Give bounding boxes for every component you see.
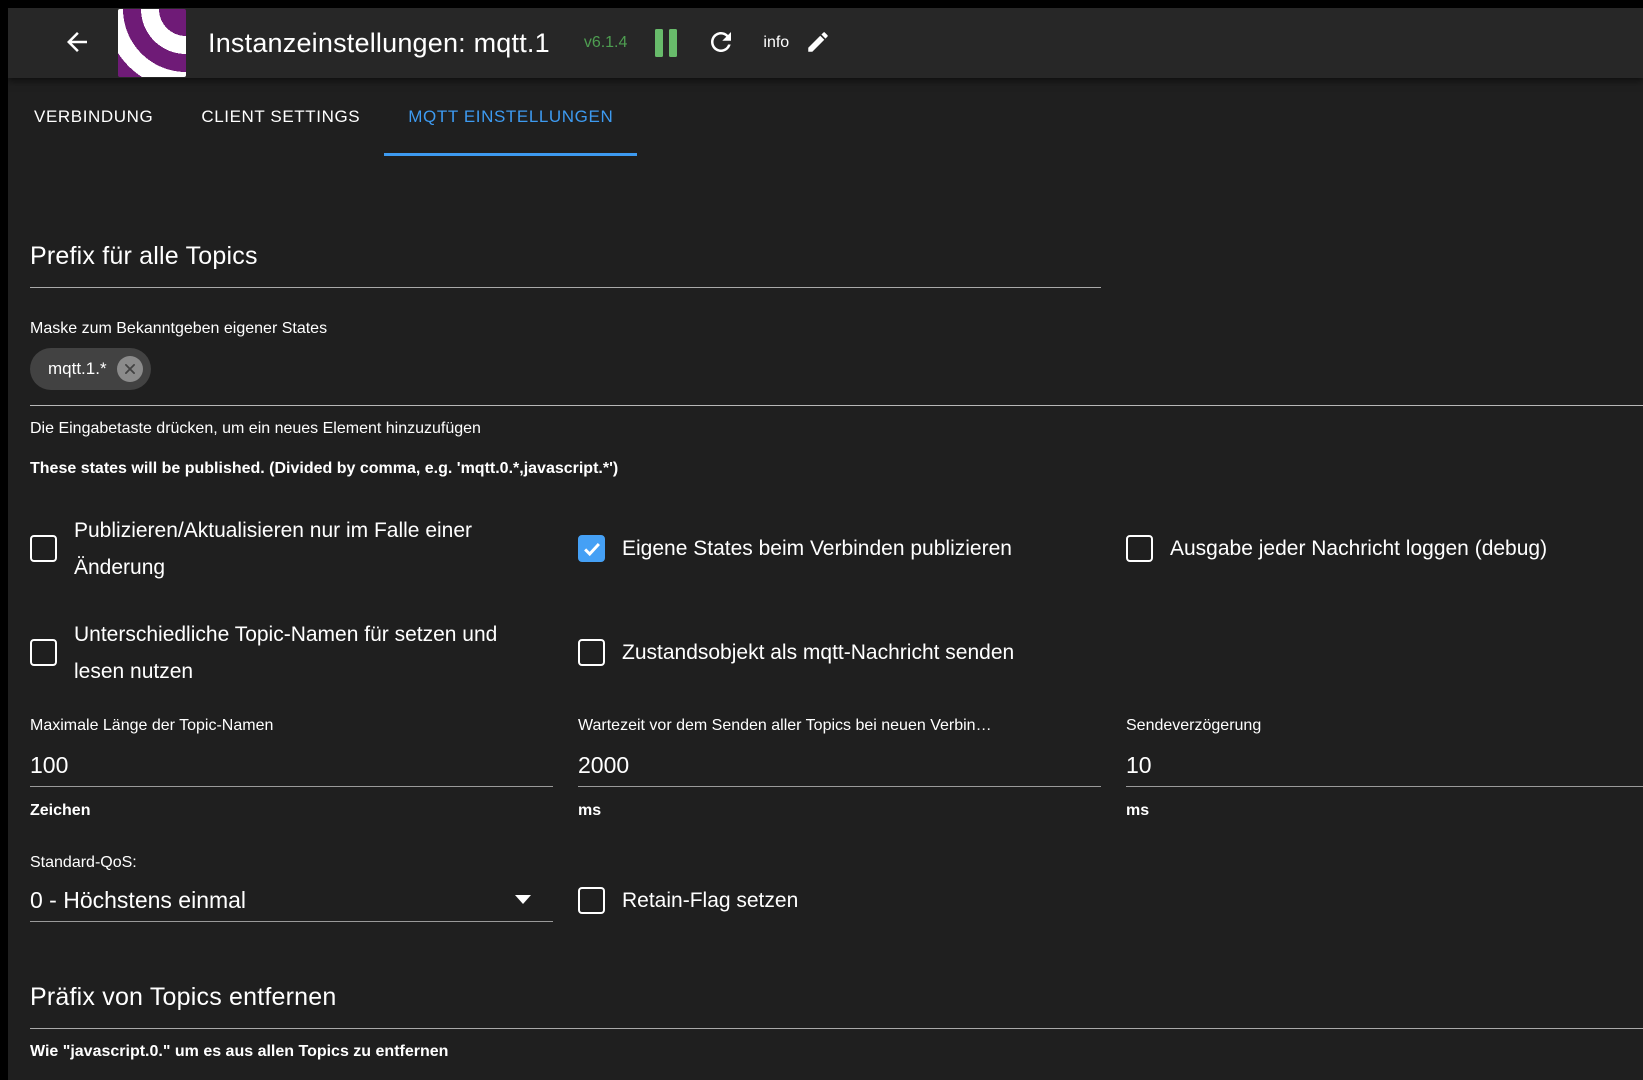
field-send-delay: Sendeverzögerung 10 ms — [1126, 716, 1643, 821]
field-label: Wartezeit vor dem Senden aller Topics be… — [578, 716, 1101, 736]
qos-select[interactable]: 0 - Höchstens einmal — [30, 885, 553, 915]
input-underline — [30, 786, 553, 787]
field-helper: ms — [578, 801, 1101, 821]
checkbox — [1126, 535, 1153, 562]
checkbox-label: Publizieren/Aktualisieren nur im Falle e… — [74, 512, 553, 586]
retain-flag-wrap: Retain-Flag setzen — [578, 882, 1101, 922]
send-wait-input[interactable]: 2000 — [578, 750, 1101, 780]
checkbox-state-object-as-mqtt-message[interactable]: Zustandsobjekt als mqtt-Nachricht senden — [578, 616, 1101, 690]
mqtt-adapter-logo — [118, 9, 186, 77]
log-level-badge: info — [763, 34, 789, 52]
enter-key-hint: Die Eingabetaste drücken, um ein neues E… — [30, 419, 1643, 439]
field-standard-qos: Standard-QoS: 0 - Höchstens einmal — [30, 853, 553, 922]
tab-client-settings[interactable]: CLIENT SETTINGS — [177, 78, 384, 156]
checkbox-publish-own-states-on-connect[interactable]: Eigene States beim Verbinden publizieren — [578, 512, 1101, 586]
field-send-wait-on-connect: Wartezeit vor dem Senden aller Topics be… — [578, 716, 1101, 821]
pause-instance-button[interactable] — [653, 28, 679, 58]
checkbox-label: Eigene States beim Verbinden publizieren — [622, 530, 1012, 567]
max-topic-length-input[interactable]: 100 — [30, 750, 553, 780]
field-helper: ms — [1126, 801, 1643, 821]
section-heading-remove-prefix: Präfix von Topics entfernen — [30, 983, 1643, 1011]
checkbox-debug-log[interactable]: Ausgabe jeder Nachricht loggen (debug) — [1126, 512, 1643, 586]
input-underline — [1126, 786, 1643, 787]
edit-button[interactable] — [803, 28, 833, 58]
back-arrow-icon — [62, 27, 92, 60]
app-bar: Instanzeinstellungen: mqtt.1 v6.1.4 info — [8, 8, 1643, 78]
checkbox — [578, 887, 605, 914]
checkbox — [30, 639, 57, 666]
tab-panel-mqtt-einstellungen: Prefix für alle Topics Maske zum Bekannt… — [8, 242, 1643, 1062]
section-divider — [30, 1028, 1643, 1029]
check-icon — [33, 538, 55, 560]
checkbox-label: Unterschiedliche Topic-Namen für setzen … — [74, 616, 553, 690]
close-icon — [123, 362, 137, 376]
check-icon — [1129, 538, 1151, 560]
back-button[interactable] — [60, 26, 94, 60]
settings-tabs: VERBINDUNG CLIENT SETTINGS MQTT EINSTELL… — [8, 78, 1643, 156]
field-label: Sendeverzögerung — [1126, 716, 1643, 736]
remove-prefix-hint: Wie "javascript.0." um es aus allen Topi… — [30, 1042, 1643, 1062]
restart-instance-button[interactable] — [705, 27, 737, 59]
check-icon — [581, 538, 603, 560]
chevron-down-icon — [515, 895, 531, 904]
page-title: Instanzeinstellungen: mqtt.1 — [208, 28, 550, 59]
pause-icon — [655, 29, 677, 57]
instance-settings-dialog: Instanzeinstellungen: mqtt.1 v6.1.4 info… — [8, 8, 1643, 1080]
checkbox — [30, 535, 57, 562]
check-icon — [581, 642, 603, 664]
checkbox-label: Ausgabe jeder Nachricht loggen (debug) — [1170, 530, 1547, 567]
check-icon — [581, 889, 603, 911]
checkbox-retain-flag[interactable]: Retain-Flag setzen — [578, 882, 1101, 919]
state-mask-chip-label: mqtt.1.* — [48, 359, 107, 379]
checkbox-publish-on-change[interactable]: Publizieren/Aktualisieren nur im Falle e… — [30, 512, 553, 586]
field-helper: Zeichen — [30, 801, 553, 821]
chip-delete-button[interactable] — [117, 356, 143, 382]
checkbox — [578, 639, 605, 666]
adapter-version: v6.1.4 — [584, 34, 628, 52]
checkbox — [578, 535, 605, 562]
mask-states-label: Maske zum Bekanntgeben eigener States — [30, 319, 1643, 339]
section-heading-prefix: Prefix für alle Topics — [30, 242, 1643, 270]
numeric-fields-grid: Maximale Länge der Topic-Namen 100 Zeich… — [30, 716, 1643, 821]
tab-mqtt-einstellungen[interactable]: MQTT EINSTELLUNGEN — [384, 78, 637, 156]
state-mask-chip: mqtt.1.* — [30, 348, 151, 390]
check-icon — [33, 642, 55, 664]
edit-pencil-icon — [805, 29, 831, 58]
select-underline — [30, 921, 553, 922]
qos-selected-value: 0 - Höchstens einmal — [30, 885, 246, 915]
publish-hint: These states will be published. (Divided… — [30, 459, 1643, 479]
tab-verbindung[interactable]: VERBINDUNG — [10, 78, 177, 156]
checkbox-label: Retain-Flag setzen — [622, 882, 798, 919]
mask-states-input-underline — [30, 405, 1643, 406]
mask-states-input[interactable]: mqtt.1.* — [30, 348, 1643, 390]
field-label: Maximale Länge der Topic-Namen — [30, 716, 553, 736]
section-divider — [30, 287, 1101, 288]
qos-row: Standard-QoS: 0 - Höchstens einmal Retai… — [30, 853, 1643, 922]
checkbox-label: Zustandsobjekt als mqtt-Nachricht senden — [622, 634, 1014, 671]
qos-label: Standard-QoS: — [30, 853, 553, 873]
options-checkbox-grid: Publizieren/Aktualisieren nur im Falle e… — [30, 512, 1643, 690]
refresh-icon — [706, 27, 736, 60]
send-delay-input[interactable]: 10 — [1126, 750, 1643, 780]
checkbox-different-topic-names[interactable]: Unterschiedliche Topic-Namen für setzen … — [30, 616, 553, 690]
input-underline — [578, 786, 1101, 787]
field-max-topic-length: Maximale Länge der Topic-Namen 100 Zeich… — [30, 716, 553, 821]
